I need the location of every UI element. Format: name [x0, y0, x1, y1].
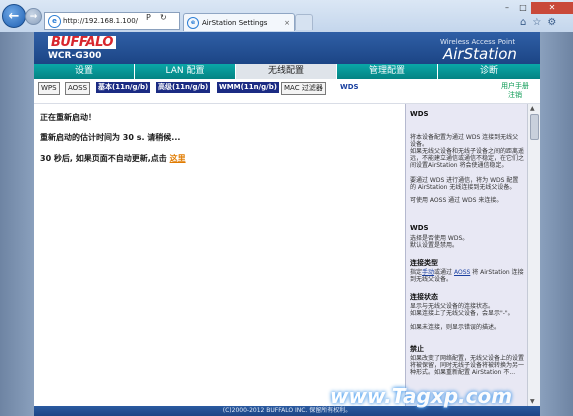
sub-nav: WPS AOSS 基本(11n/g/b) 高级(11n/g/b) WMM(11n…	[34, 79, 540, 104]
browser-tools: ⌂ ☆ ⚙	[520, 17, 556, 28]
subtab-aoss[interactable]: AOSS	[65, 82, 91, 95]
watermark: www.Tagxp.com	[330, 384, 513, 408]
side-text-conn-type: 指定手动或通过 AOSS 将 AirStation 连接到无线父设备。	[410, 269, 524, 283]
side-text: 如果未连接，则显示错误的描述。	[410, 324, 501, 331]
tab-admin-config[interactable]: 管理配置	[337, 64, 438, 79]
side-text: 如果无线父设备和无线子设备之间的距离遥远，不能建立通信或通信不稳定，在它们之间设…	[410, 148, 525, 169]
side-text-prefix: 指定	[410, 269, 423, 276]
tab-close-icon[interactable]: ×	[284, 19, 290, 27]
tab-setup[interactable]: 设置	[34, 64, 135, 79]
close-window-button[interactable]: ✕	[531, 2, 573, 14]
help-scrollbar[interactable]: ▲ ▼	[527, 104, 540, 406]
tab-wireless-config[interactable]: 无线配置	[236, 64, 337, 79]
side-text: 可使用 AOSS 通过 WDS 来连接。	[410, 197, 503, 204]
subtab-basic[interactable]: 基本(11n/g/b)	[96, 82, 151, 93]
side-title-wds: WDS	[410, 110, 429, 118]
help-panel: WDS 将本设备配置为通过 WDS 连接到无线父设备。 如果无线父设备和无线子设…	[405, 104, 528, 406]
gear-icon[interactable]: ⚙	[547, 17, 556, 28]
help-links: 用户手册 注销	[492, 82, 538, 100]
page-frame-left	[0, 32, 34, 416]
subtab-wds[interactable]: WDS	[338, 82, 361, 93]
tab-diagnostics[interactable]: 诊断	[438, 64, 540, 79]
logout-link[interactable]: 注销	[492, 91, 538, 100]
page-frame-right	[540, 32, 573, 416]
maximize-button[interactable]: □	[515, 2, 531, 14]
scroll-down-icon[interactable]: ▼	[530, 398, 535, 405]
subtab-advanced[interactable]: 高级(11n/g/b)	[156, 82, 211, 93]
side-text-mid: 或通过	[434, 269, 453, 276]
side-text: 默认设置是禁用。	[410, 242, 459, 249]
home-icon[interactable]: ⌂	[520, 17, 526, 28]
minimize-button[interactable]: –	[499, 2, 515, 14]
side-text: 显示与无线父设备的连接状态。	[410, 303, 495, 310]
model-name: WCR-G300	[48, 51, 102, 61]
buffalo-logo: BUFFALO	[48, 36, 116, 49]
side-text: 将本设备配置为通过 WDS 连接到无线父设备。	[410, 134, 519, 148]
here-link[interactable]: 这里	[170, 154, 186, 163]
aoss-link[interactable]: AOSS	[454, 269, 470, 276]
side-text: 选择是否使用 WDS。	[410, 235, 469, 242]
forward-button[interactable]: →	[25, 8, 42, 25]
tab-ie-icon: e	[187, 16, 199, 29]
scroll-thumb[interactable]	[530, 114, 539, 140]
tab-lan-config[interactable]: LAN 配置	[135, 64, 236, 79]
restart-time-message: 重新启动的估计时间为 30 s. 请稍候...	[40, 133, 181, 142]
user-manual-link[interactable]: 用户手册	[492, 82, 538, 91]
address-url: http://192.168.1.100/	[63, 17, 139, 25]
subtab-wps[interactable]: WPS	[38, 82, 60, 95]
side-text: 要通过 WDS 进行通信，将为 WDS 配置的 AirStation 无线连接到…	[410, 177, 519, 191]
scroll-up-icon[interactable]: ▲	[530, 105, 535, 112]
airstation-logo: AirStation	[443, 45, 517, 63]
refresh-message: 30 秒后, 如果页面不自动更新,点击 这里	[40, 153, 186, 164]
side-text: 如果连接上了无线父设备，会显示"-"。	[410, 310, 514, 317]
side-text: 如果改变了网络配置，无线父设备上的设置将被保留，同时无线子设备将被转换为另一种形…	[410, 355, 525, 376]
back-button[interactable]: ←	[2, 4, 26, 28]
manual-link[interactable]: 手动	[422, 269, 434, 276]
refresh-icon[interactable]: ↻	[160, 13, 167, 22]
ie-icon: e	[48, 14, 61, 28]
subtab-mac-filter[interactable]: MAC 过滤器	[281, 82, 326, 95]
side-title-conn-type: 连接类型	[410, 259, 438, 267]
browser-tab[interactable]: e AirStation Settings ×	[183, 13, 295, 31]
side-title-conn-status: 连接状态	[410, 293, 438, 301]
favorites-icon[interactable]: ☆	[532, 17, 541, 28]
tab-title: AirStation Settings	[202, 18, 268, 27]
refresh-message-text: 30 秒后, 如果页面不自动更新,点击	[40, 154, 167, 163]
side-title-disable: 禁止	[410, 345, 424, 353]
restarting-message: 正在重新启动！	[40, 113, 96, 122]
main-content	[34, 104, 405, 406]
side-title-wds-2: WDS	[410, 224, 429, 232]
main-nav: 设置 LAN 配置 无线配置 管理配置 诊断	[34, 64, 540, 79]
search-icon[interactable]: P	[146, 13, 151, 22]
new-tab-button[interactable]	[295, 14, 313, 30]
subtab-wmm[interactable]: WMM(11n/g/b)	[217, 82, 279, 93]
